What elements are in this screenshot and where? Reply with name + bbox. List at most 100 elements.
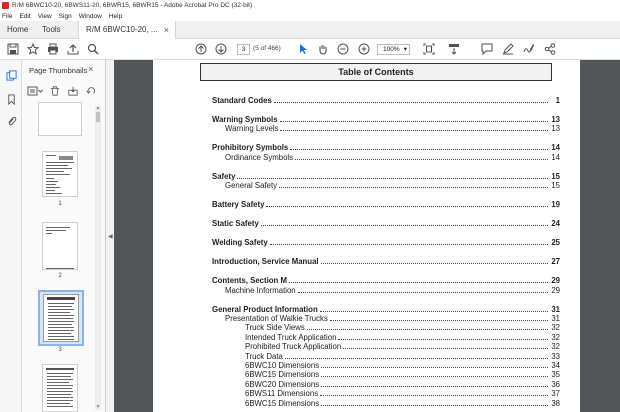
close-panel-icon[interactable]: × — [88, 64, 93, 74]
toc-entry-title: Contents, Section M — [212, 276, 287, 286]
thumbnail-label: 1 — [58, 201, 62, 207]
toc-entry[interactable]: Static Safety 24 — [212, 219, 560, 228]
arrow-up-icon[interactable] — [194, 42, 208, 56]
star-icon[interactable] — [26, 42, 40, 56]
fit-page-icon[interactable] — [422, 42, 436, 56]
scroll-down-icon[interactable]: ▼ — [95, 405, 101, 410]
toc-entry-title: Welding Safety — [212, 238, 268, 248]
toc-entry-page: 32 — [551, 332, 560, 342]
thumbnail-scrollbar[interactable]: ▲ ▼ — [95, 106, 101, 410]
page-thumbnails-icon[interactable] — [4, 68, 18, 82]
rotate-icon[interactable] — [85, 85, 98, 97]
toc-entry[interactable]: Intended Truck Application 32 — [245, 333, 560, 342]
zoom-out-icon[interactable] — [336, 42, 350, 56]
menu-window[interactable]: Window — [79, 13, 102, 20]
toc-entry-page: 25 — [551, 238, 560, 248]
toc-leader-dots — [284, 353, 548, 359]
toc-entry[interactable]: General Product Information 31 — [212, 305, 560, 314]
sign-icon[interactable] — [522, 42, 536, 56]
toc-entry[interactable]: Truck Side Views 32 — [245, 323, 560, 332]
hand-icon[interactable] — [316, 42, 330, 56]
tab-tools[interactable]: Tools — [35, 21, 78, 39]
toc-entry-title: General Safety — [225, 181, 278, 191]
toc-entry[interactable]: 6BWS11 Dimensions 37 — [245, 389, 560, 398]
toc-entry[interactable]: General Safety 15 — [225, 181, 560, 190]
toc-entry[interactable]: Safety 15 — [212, 172, 560, 181]
scroll-mode-icon[interactable] — [447, 42, 461, 56]
toc-entry-page: 14 — [551, 152, 560, 162]
toc-leader-dots — [290, 144, 548, 151]
toc-entry-page: 1 — [555, 96, 560, 105]
menu-sign[interactable]: Sign — [59, 13, 72, 20]
bookmark-icon[interactable] — [4, 92, 18, 106]
zoom-in-icon[interactable] — [357, 42, 371, 56]
toc-entry-page: 37 — [551, 389, 560, 399]
thumbnail-label: 2 — [58, 273, 62, 279]
toc-entry-page: 13 — [551, 115, 560, 124]
search-icon[interactable] — [86, 42, 100, 56]
thumbnail-page-2[interactable] — [42, 222, 78, 270]
print-icon[interactable] — [46, 42, 60, 56]
toc-entry[interactable]: Prohibitory Symbols 14 — [212, 143, 560, 152]
tab-bar: Home Tools R/M 6BWC10-20, ... × — [0, 21, 620, 39]
toc-entry-title: 6BWS11 Dimensions — [245, 389, 319, 399]
toc-entry[interactable]: 6BWC20 Dimensions 36 — [245, 380, 560, 389]
toc-entry[interactable]: Warning Levels 13 — [225, 124, 560, 133]
close-tab-icon[interactable]: × — [164, 21, 169, 39]
toc-entry[interactable]: Standard Codes 1 — [212, 96, 560, 105]
scroll-up-icon[interactable]: ▲ — [95, 106, 101, 111]
toc-entry[interactable]: 6BWC15 Dimensions 38 — [245, 399, 560, 408]
upload-icon[interactable] — [66, 42, 80, 56]
tab-document[interactable]: R/M 6BWC10-20, ... × — [78, 21, 176, 39]
options-menu-icon[interactable] — [27, 85, 44, 97]
menu-file[interactable]: File — [2, 13, 12, 20]
toc-entry[interactable]: Contents, Section M 29 — [212, 276, 560, 285]
insert-page-icon[interactable] — [67, 85, 80, 97]
menu-view[interactable]: View — [38, 13, 52, 20]
toc-entry[interactable]: Battery Safety 19 — [212, 200, 560, 209]
menu-edit[interactable]: Edit — [19, 13, 30, 20]
tab-home[interactable]: Home — [0, 21, 35, 39]
arrow-down-icon[interactable] — [214, 42, 228, 56]
pen-icon[interactable] — [501, 42, 515, 56]
menu-help[interactable]: Help — [109, 13, 122, 20]
toc-entry-page: 32 — [551, 323, 560, 333]
toc-entry[interactable]: Presentation of Walkie Trucks 31 — [225, 314, 560, 323]
collapse-arrow-icon[interactable]: ◀ — [108, 233, 113, 240]
toc-entry[interactable]: Machine Information 29 — [225, 286, 560, 295]
toc-entry-title: Truck Side Views — [245, 323, 305, 333]
panel-toolbar — [27, 84, 103, 98]
tab-document-label: R/M 6BWC10-20, ... — [86, 25, 158, 34]
delete-icon[interactable] — [49, 85, 62, 97]
toc-entry[interactable]: 6BWC15 Dimensions 35 — [245, 370, 560, 379]
left-icon-rail — [0, 60, 22, 412]
toc-entry-page: 29 — [551, 276, 560, 286]
toc-entry[interactable]: 6BWC10 Dimensions 34 — [245, 361, 560, 370]
toc-entry[interactable]: Truck Data 33 — [245, 352, 560, 361]
thumbnail-page-1[interactable] — [42, 151, 78, 197]
zoom-select[interactable]: 100% ▾ — [377, 44, 410, 55]
thumbnail-page-4[interactable] — [42, 364, 78, 412]
panel-splitter[interactable]: ◀ — [106, 60, 114, 412]
toolbar: 3 (5 of 466) 100% ▾ — [0, 39, 620, 60]
toc-entry[interactable]: Welding Safety 25 — [212, 238, 560, 247]
pointer-icon[interactable] — [296, 42, 310, 56]
page-number-input[interactable]: 3 — [237, 44, 250, 55]
scrollbar-thumb[interactable] — [96, 112, 100, 122]
document-viewer[interactable]: Table of Contents Standard Codes 1 Warning… — [114, 60, 620, 412]
toc-entry[interactable]: Introduction, Service Manual 27 — [212, 257, 560, 266]
comment-icon[interactable] — [480, 42, 494, 56]
toc-entry-title: 6BWC15 Dimensions — [245, 398, 320, 408]
menu-bar: File Edit View Sign Window Help — [0, 11, 620, 21]
toc-entry[interactable]: Prohibited Truck Application 32 — [245, 342, 560, 351]
toc-leader-dots — [280, 125, 548, 132]
toc-entry-page: 33 — [551, 351, 560, 361]
share-icon[interactable] — [543, 42, 557, 56]
save-icon[interactable] — [6, 42, 20, 56]
toc-entry[interactable]: Ordinance Symbols 14 — [225, 153, 560, 162]
thumbnail-page-0[interactable] — [38, 102, 82, 136]
toc-entry[interactable]: Warning Symbols 13 — [212, 115, 560, 124]
attachment-icon[interactable] — [4, 114, 18, 128]
thumbnail-selection[interactable] — [38, 290, 84, 346]
title-bar: R/M 6BWC10-20, 6BWS11-20, 6BWR15, 6BWR15… — [0, 0, 620, 11]
